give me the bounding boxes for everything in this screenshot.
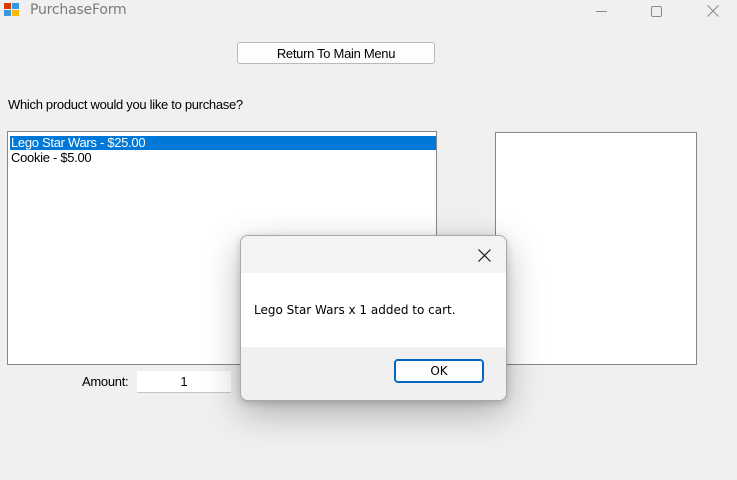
minimize-button[interactable] bbox=[578, 0, 624, 22]
amount-input[interactable]: 1 bbox=[137, 371, 231, 393]
return-to-main-menu-button[interactable]: Return To Main Menu bbox=[237, 42, 435, 64]
dialog-message: Lego Star Wars x 1 added to cart. bbox=[254, 303, 456, 317]
minimize-icon bbox=[595, 10, 607, 12]
dialog-footer: OK bbox=[241, 347, 506, 400]
dialog-close-button[interactable] bbox=[473, 244, 495, 266]
cart-list[interactable] bbox=[495, 132, 697, 365]
amount-label: Amount: bbox=[82, 374, 129, 389]
product-question-label: Which product would you like to purchase… bbox=[8, 97, 243, 112]
close-icon bbox=[477, 248, 491, 262]
window-title: PurchaseForm bbox=[30, 2, 127, 18]
dialog-body: Lego Star Wars x 1 added to cart. bbox=[241, 273, 506, 347]
maximize-button[interactable] bbox=[633, 0, 679, 22]
maximize-icon bbox=[650, 5, 662, 17]
ok-button[interactable]: OK bbox=[394, 359, 484, 383]
close-icon bbox=[707, 5, 719, 17]
list-item-cookie[interactable]: Cookie - $5.00 bbox=[10, 151, 436, 165]
list-item-lego-star-wars[interactable]: Lego Star Wars - $25.00 bbox=[10, 136, 436, 150]
message-dialog: Lego Star Wars x 1 added to cart. OK bbox=[240, 235, 507, 401]
dialog-header bbox=[241, 236, 506, 273]
form-app-icon bbox=[4, 3, 20, 17]
title-bar: PurchaseForm bbox=[0, 0, 737, 22]
window-close-button[interactable] bbox=[690, 0, 736, 22]
